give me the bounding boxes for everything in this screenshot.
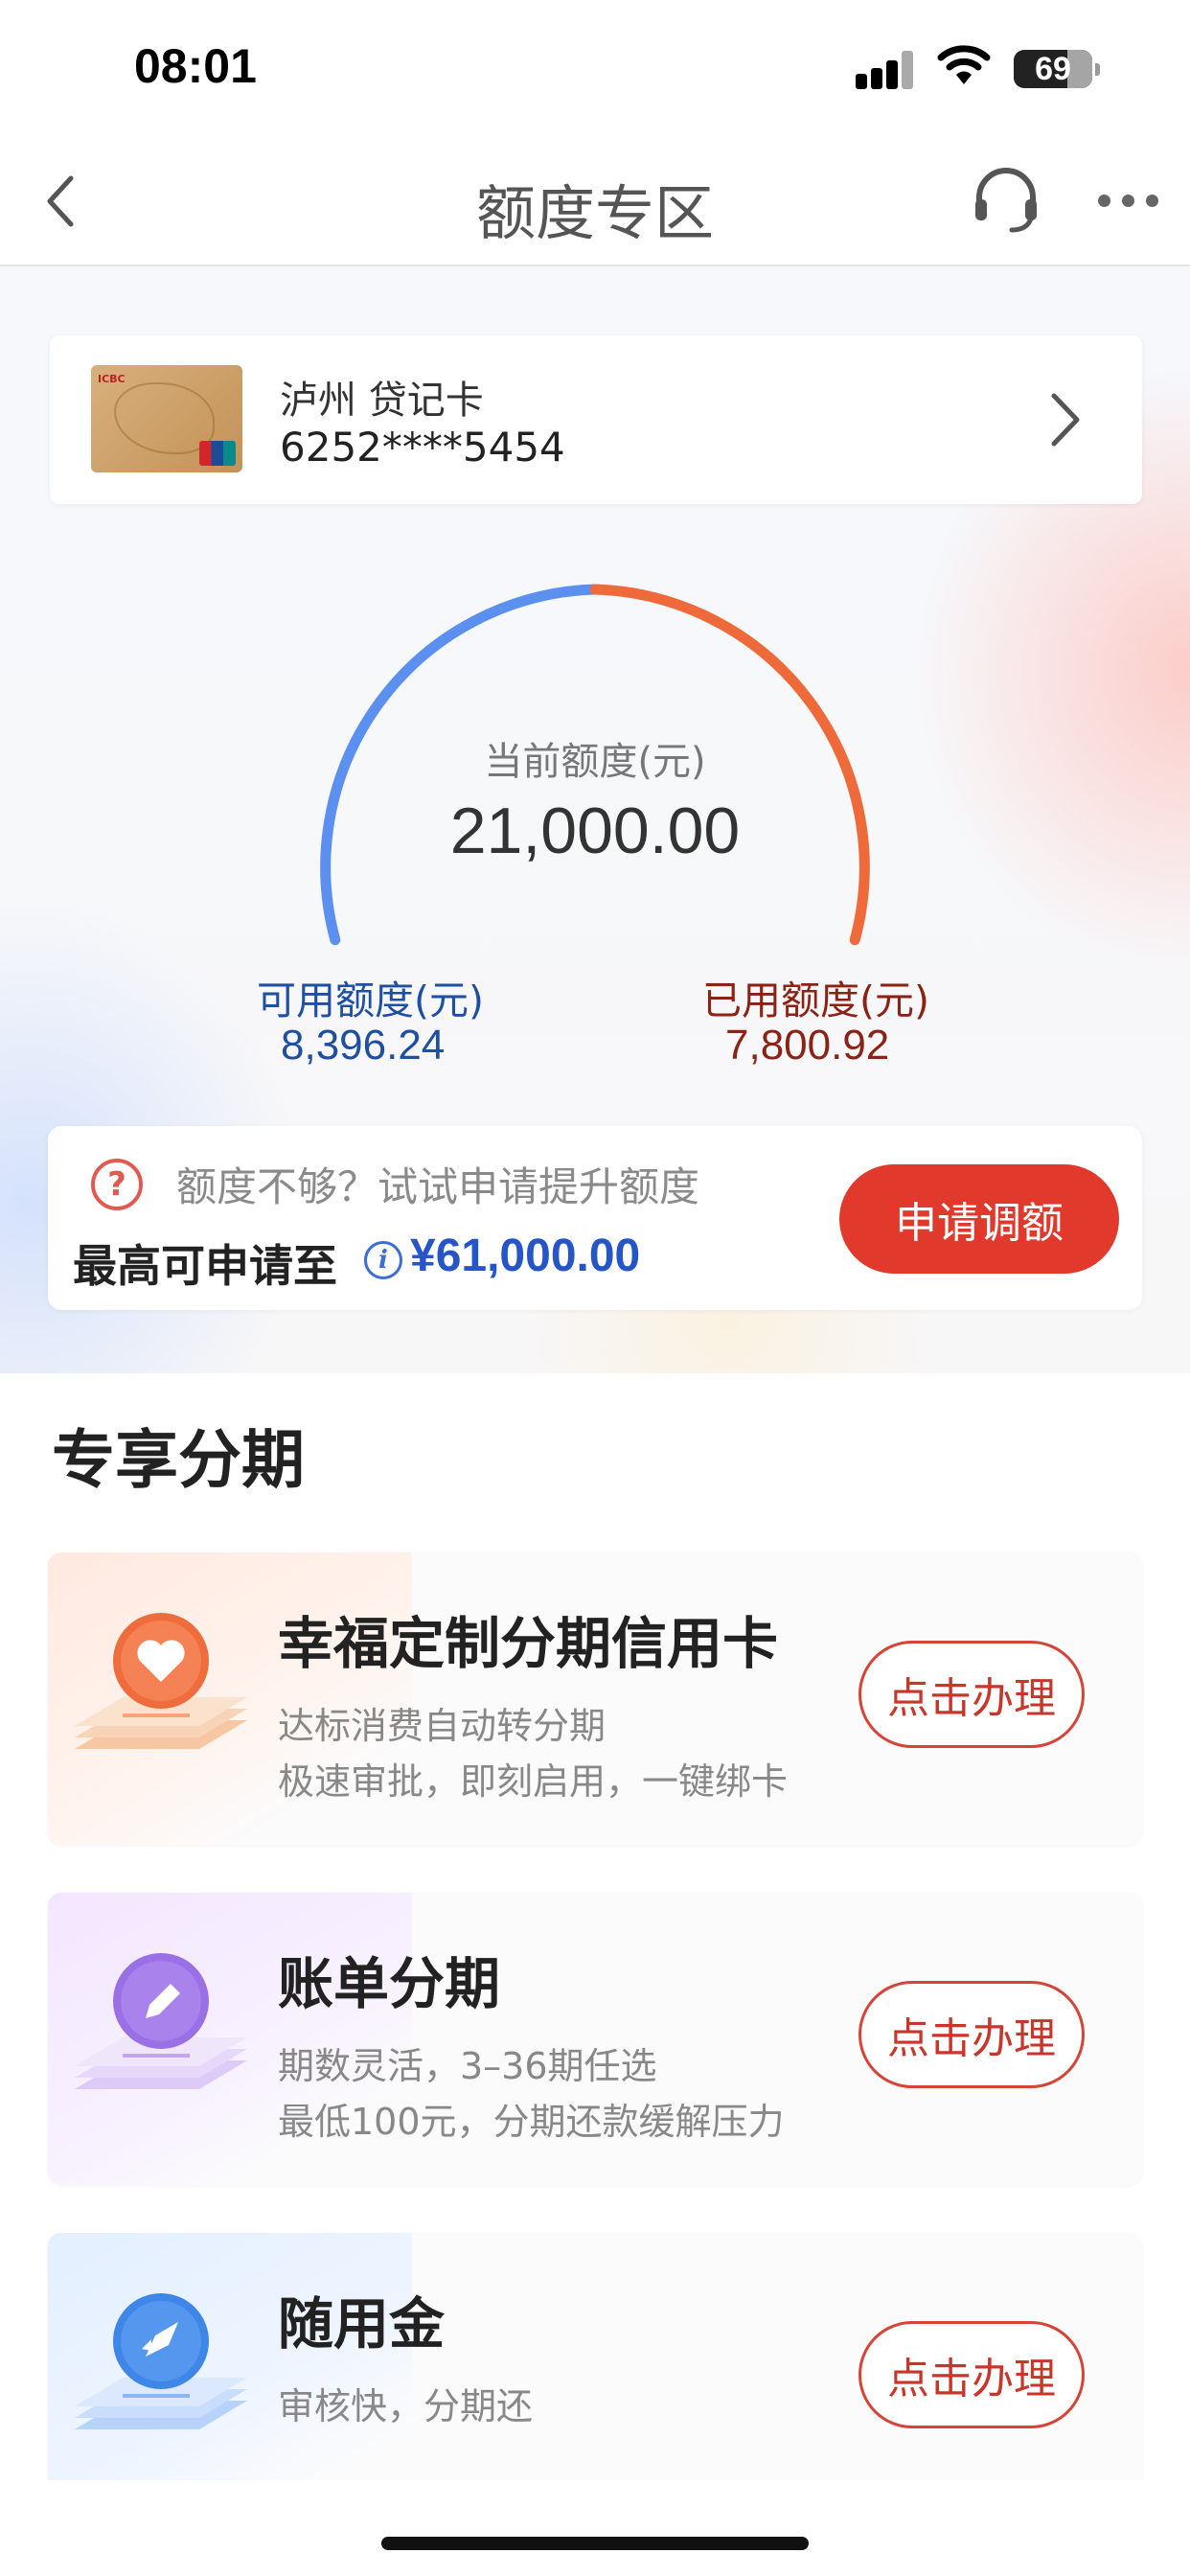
question-icon: ? <box>91 1159 143 1210</box>
max-limit-amount: ¥61,000.00 <box>410 1230 641 1281</box>
wifi-icon <box>937 45 991 84</box>
available-limit-label: 可用额度(元) <box>257 978 484 1024</box>
apply-now-button[interactable]: 点击办理 <box>858 1981 1085 2088</box>
available-limit-value: 8,396.24 <box>281 1022 446 1069</box>
pencil-icon <box>75 1953 247 2089</box>
limit-upgrade-tip: 额度不够？试试申请提升额度 <box>176 1163 700 1210</box>
product-title: 幸福定制分期信用卡 <box>278 1611 779 1676</box>
product-card-happiness-installment[interactable]: 幸福定制分期信用卡 达标消费自动转分期 极速审批，即刻启用，一键绑卡 点击办理 <box>48 1552 1142 1845</box>
product-desc-line2: 极速审批，即刻启用，一键绑卡 <box>278 1760 789 1803</box>
nav-divider <box>0 264 1190 266</box>
bank-logo: ICBC <box>98 373 126 385</box>
credit-card-image: ICBC <box>91 365 242 472</box>
chevron-right-icon <box>1051 393 1080 447</box>
used-limit-value: 7,800.92 <box>725 1022 890 1069</box>
product-desc-line1: 期数灵活，3–36期任选 <box>278 2045 657 2087</box>
battery-icon: 69 <box>1014 50 1100 88</box>
current-limit-caption: 当前额度(元) <box>484 740 706 784</box>
card-name: 泸州 贷记卡 <box>280 379 484 423</box>
apply-now-button[interactable]: 点击办理 <box>858 2321 1085 2428</box>
used-limit-label: 已用额度(元) <box>702 978 929 1024</box>
product-title: 账单分期 <box>278 1951 501 2016</box>
battery-level: 69 <box>1035 50 1071 87</box>
rocket-icon <box>75 2293 247 2429</box>
product-card-bill-installment[interactable]: 账单分期 期数灵活，3–36期任选 最低100元，分期还款缓解压力 点击办理 <box>48 1893 1142 2185</box>
product-title: 随用金 <box>278 2291 446 2357</box>
limit-upgrade-panel: ? 额度不够？试试申请提升额度 最高可申请至 i ¥61,000.00 申请调额 <box>48 1126 1142 1310</box>
max-limit-label: 最高可申请至 <box>73 1240 337 1292</box>
headset-icon[interactable] <box>970 163 1042 236</box>
more-icon[interactable] <box>1096 192 1163 211</box>
card-number: 6252****5454 <box>280 424 565 471</box>
product-desc-line1: 审核快，分期还 <box>278 2385 534 2427</box>
current-limit-value: 21,000.00 <box>449 794 741 867</box>
apply-now-button[interactable]: 点击办理 <box>858 1641 1085 1748</box>
card-selector[interactable]: ICBC 泸州 贷记卡 6252****5454 <box>50 335 1142 504</box>
status-time: 08:01 <box>134 39 257 93</box>
unionpay-logo <box>199 441 236 466</box>
info-icon[interactable]: i <box>364 1241 402 1279</box>
product-card-flexible-cash[interactable]: 随用金 审核快，分期还 点击办理 <box>48 2233 1142 2482</box>
home-indicator-bar[interactable] <box>381 2537 809 2550</box>
product-desc-line2: 最低100元，分期还款缓解压力 <box>278 2101 785 2143</box>
home-indicator-area <box>0 2480 1190 2576</box>
section-title: 专享分期 <box>52 1423 305 1497</box>
apply-limit-adjust-button[interactable]: 申请调额 <box>839 1164 1119 1274</box>
cellular-signal-icon <box>856 51 915 89</box>
heart-icon <box>75 1613 247 1749</box>
product-desc-line1: 达标消费自动转分期 <box>278 1705 606 1747</box>
